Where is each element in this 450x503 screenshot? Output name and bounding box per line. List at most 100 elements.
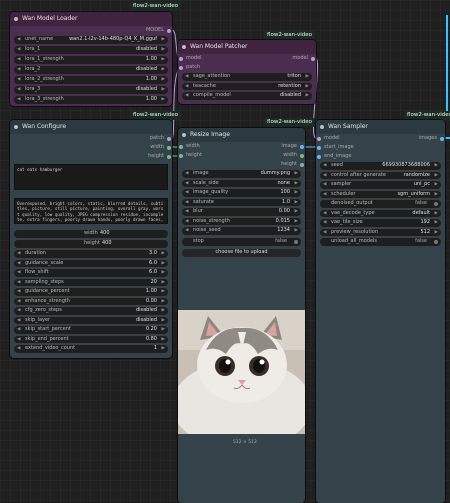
decrement-arrow-icon[interactable]: ◀ [185,170,188,178]
decrement-arrow-icon[interactable]: ◀ [185,218,188,226]
port-dot-icon[interactable] [300,153,304,158]
decrement-arrow-icon[interactable]: ◀ [17,307,20,315]
toggle-knob-icon[interactable] [433,239,438,244]
decrement-arrow-icon[interactable]: ◀ [17,326,20,334]
decrement-arrow-icon[interactable]: ◀ [17,56,20,64]
increment-arrow-icon[interactable]: ▶ [162,86,165,94]
increment-arrow-icon[interactable]: ▶ [162,66,165,74]
widget-seed[interactable]: ◀ seed 669930873688006 ▶ [320,162,441,170]
widget-compile-model[interactable]: ◀ compile_model disabled ▶ [182,92,312,100]
widget-lora-2[interactable]: ◀ lora_2 disabled ▶ [14,66,168,74]
height-field[interactable]: height 400 [14,240,168,248]
widget-image-quality[interactable]: ◀ image_quality 100 ▶ [182,189,301,197]
patch-input-port[interactable]: patch [179,64,200,71]
increment-arrow-icon[interactable]: ▶ [306,92,309,100]
width-output-port[interactable]: width [283,152,304,159]
decrement-arrow-icon[interactable]: ◀ [17,86,20,94]
collapse-dot-icon[interactable] [182,45,186,49]
port-dot-icon[interactable] [179,153,183,158]
widget-skip-end-percent[interactable]: ◀ skip_end_percent 0.80 ▶ [14,335,168,344]
widget-cfg-zero-steps[interactable]: ◀ cfg_zero_steps disabled ▶ [14,307,168,315]
widget-blur[interactable]: ◀ blur 0.00 ▶ [182,208,301,216]
model-input-port[interactable]: model [179,55,202,62]
increment-arrow-icon[interactable]: ▶ [435,229,438,237]
decrement-arrow-icon[interactable]: ◀ [323,191,326,199]
height-output-port[interactable]: height [148,153,171,160]
widget-teacache[interactable]: ◀ teacache retention ▶ [182,82,312,91]
widget-control-after-generate[interactable]: ◀ control after generate randomize ▶ [320,171,441,180]
widget-lora-1-strength[interactable]: ◀ lora_1_strength 1.00 ▶ [14,56,168,64]
decrement-arrow-icon[interactable]: ◀ [17,36,20,44]
collapse-dot-icon[interactable] [182,133,186,137]
decrement-arrow-icon[interactable]: ◀ [323,229,326,237]
port-dot-icon[interactable] [300,162,304,167]
node-title-bar[interactable]: Wan Sampler [316,120,445,134]
increment-arrow-icon[interactable]: ▶ [295,199,298,207]
widget-unet-name[interactable]: ◀ unet_name wan2.1-i2v-14b-480p-Q4_K_M.ggu… [14,36,168,44]
port-dot-icon[interactable] [311,56,315,61]
widget-sage-attention[interactable]: ◀ sage_attention triton ▶ [182,73,312,81]
decrement-arrow-icon[interactable]: ◀ [323,181,326,189]
port-dot-icon[interactable] [167,154,171,159]
increment-arrow-icon[interactable]: ▶ [306,83,309,91]
height-output-port[interactable]: height [281,161,304,168]
model-output-port[interactable]: MODEL [146,27,171,34]
toggle-knob-icon[interactable] [433,201,438,206]
decrement-arrow-icon[interactable]: ◀ [185,92,188,100]
widget-flow-shift[interactable]: ◀ flow_shift 6.0 ▶ [14,269,168,277]
widget-extend-video-count[interactable]: ◀ extend_video_count 1 ▶ [14,345,168,353]
decrement-arrow-icon[interactable]: ◀ [17,298,20,306]
increment-arrow-icon[interactable]: ▶ [162,96,165,104]
width-input-port[interactable]: width [179,143,200,150]
patch-output-port[interactable]: patch [150,135,171,142]
port-dot-icon[interactable] [167,136,171,141]
increment-arrow-icon[interactable]: ▶ [306,73,309,81]
port-dot-icon[interactable] [300,144,304,149]
widget-lora-1[interactable]: ◀ lora_1 disabled ▶ [14,46,168,54]
widget-saturate[interactable]: ◀ saturate 1.0 ▶ [182,198,301,207]
wan-model-loader-node[interactable]: Wan Model Loader MODEL ◀ unet_name wan2.1-… [10,12,172,106]
decrement-arrow-icon[interactable]: ◀ [17,250,20,258]
widget-skip-start-percent[interactable]: ◀ skip_start_percent 0.20 ▶ [14,326,168,334]
decrement-arrow-icon[interactable]: ◀ [323,219,326,227]
increment-arrow-icon[interactable]: ▶ [162,298,165,306]
increment-arrow-icon[interactable]: ▶ [162,76,165,84]
widget-guidance-scale[interactable]: ◀ guidance_scale 6.0 ▶ [14,259,168,267]
increment-arrow-icon[interactable]: ▶ [435,172,438,180]
positive-prompt-textarea[interactable]: cat eats hamburger [14,164,168,190]
decrement-arrow-icon[interactable]: ◀ [17,288,20,296]
model-input-port[interactable]: model [317,135,340,142]
widget-vae-tile-size[interactable]: ◀ vae_tile_size 192 ▶ [320,219,441,227]
widget-image[interactable]: ◀ image dummy.png ▶ [182,170,301,178]
increment-arrow-icon[interactable]: ▶ [162,326,165,334]
decrement-arrow-icon[interactable]: ◀ [17,66,20,74]
decrement-arrow-icon[interactable]: ◀ [17,269,20,277]
widget-sampling-steps[interactable]: ◀ sampling_steps 20 ▶ [14,278,168,287]
decrement-arrow-icon[interactable]: ◀ [185,83,188,91]
widget-scheduler[interactable]: ◀ scheduler sgm_uniform ▶ [320,190,441,199]
increment-arrow-icon[interactable]: ▶ [435,162,438,170]
increment-arrow-icon[interactable]: ▶ [162,307,165,315]
port-dot-icon[interactable] [167,145,171,150]
port-dot-icon[interactable] [317,145,321,150]
port-dot-icon[interactable] [179,65,183,70]
increment-arrow-icon[interactable]: ▶ [162,279,165,287]
increment-arrow-icon[interactable]: ▶ [162,317,165,325]
widget-duration[interactable]: ◀ duration 3.0 ▶ [14,250,168,258]
decrement-arrow-icon[interactable]: ◀ [17,96,20,104]
height-input-port[interactable]: height [179,152,202,159]
images-output-port[interactable]: images [419,135,444,142]
node-title-bar[interactable]: Wan Model Loader [10,12,172,26]
widget-scale-side[interactable]: ◀ scale_side none ▶ [182,179,301,187]
increment-arrow-icon[interactable]: ▶ [435,181,438,189]
widget-preview-resolution[interactable]: ◀ preview_resolution 512 ▶ [320,228,441,237]
decrement-arrow-icon[interactable]: ◀ [17,336,20,344]
decrement-arrow-icon[interactable]: ◀ [17,317,20,325]
decrement-arrow-icon[interactable]: ◀ [185,189,188,197]
widget-lora-3-strength[interactable]: ◀ lora_3_strength 1.00 ▶ [14,96,168,104]
increment-arrow-icon[interactable]: ▶ [162,345,165,353]
widget-sampler[interactable]: ◀ sampler uni_pc ▶ [320,181,441,189]
increment-arrow-icon[interactable]: ▶ [162,46,165,54]
resize-image-node[interactable]: Resize Image width height image width he… [178,128,305,503]
decrement-arrow-icon[interactable]: ◀ [185,227,188,235]
